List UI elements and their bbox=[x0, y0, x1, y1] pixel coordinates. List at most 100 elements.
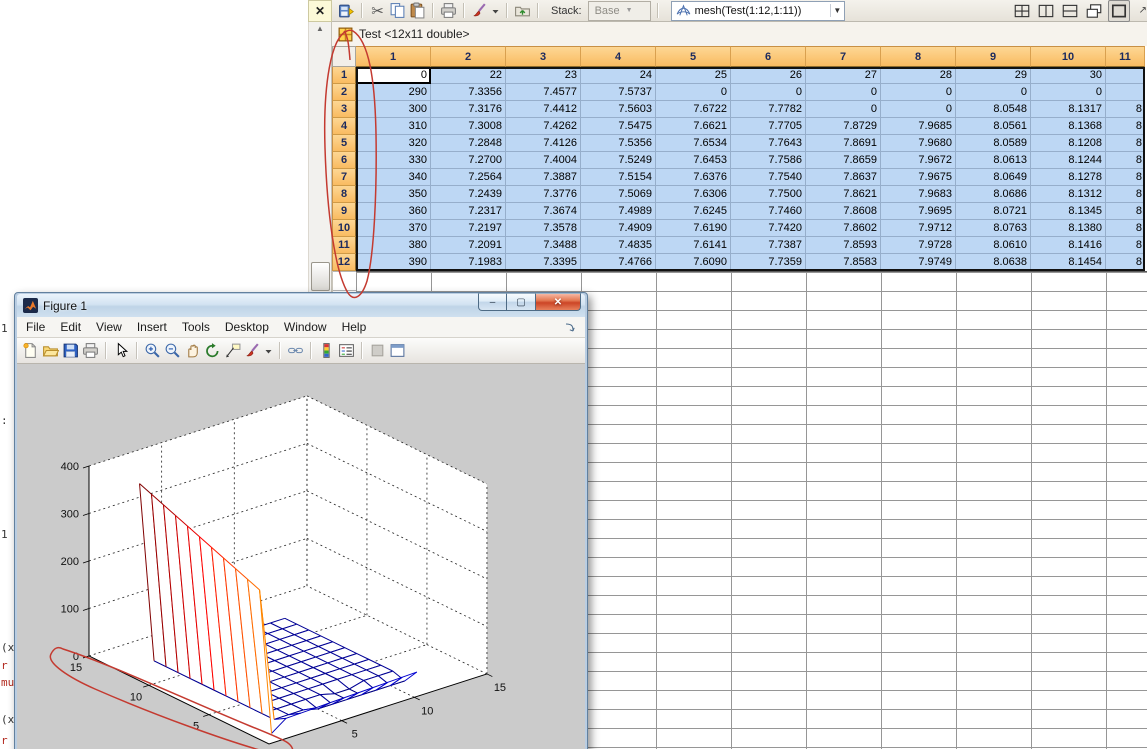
cell[interactable]: 7.2700 bbox=[431, 152, 506, 169]
cell[interactable]: 7.4909 bbox=[581, 220, 656, 237]
cell[interactable]: 7.6090 bbox=[656, 254, 731, 271]
cell[interactable]: 7.2197 bbox=[431, 220, 506, 237]
cell[interactable]: 26 bbox=[731, 67, 806, 84]
cell[interactable]: 7.2848 bbox=[431, 135, 506, 152]
print-icon[interactable] bbox=[440, 2, 457, 19]
cell[interactable]: 7.8608 bbox=[806, 203, 881, 220]
cell[interactable]: 7.8691 bbox=[806, 135, 881, 152]
hand-icon[interactable] bbox=[184, 342, 201, 359]
cell[interactable]: 0 bbox=[881, 84, 956, 101]
column-header[interactable]: 5 bbox=[656, 46, 731, 67]
layout-vsplit-icon[interactable] bbox=[1036, 1, 1056, 21]
cell[interactable]: 0 bbox=[881, 101, 956, 118]
cell[interactable]: 370 bbox=[356, 220, 431, 237]
cell[interactable]: 7.5154 bbox=[581, 169, 656, 186]
cell[interactable]: 8 bbox=[1106, 101, 1145, 118]
menu-insert[interactable]: Insert bbox=[137, 320, 167, 334]
cell[interactable]: 8.1368 bbox=[1031, 118, 1106, 135]
cell[interactable]: 24 bbox=[581, 67, 656, 84]
cell[interactable]: 7.5475 bbox=[581, 118, 656, 135]
menu-window[interactable]: Window bbox=[284, 320, 327, 334]
cell[interactable]: 7.5737 bbox=[581, 84, 656, 101]
layout-grid4-icon[interactable] bbox=[1012, 1, 1032, 21]
caret-icon[interactable] bbox=[264, 343, 273, 359]
row-header[interactable]: 10 bbox=[332, 220, 356, 237]
cell[interactable]: 8 bbox=[1106, 237, 1145, 254]
cell[interactable]: 7.5069 bbox=[581, 186, 656, 203]
cell[interactable]: 7.6376 bbox=[656, 169, 731, 186]
column-header[interactable]: 6 bbox=[731, 46, 806, 67]
cell[interactable]: 7.6722 bbox=[656, 101, 731, 118]
cell[interactable]: 8.1454 bbox=[1031, 254, 1106, 271]
new-doc-icon[interactable] bbox=[22, 342, 39, 359]
cell[interactable]: 8.1416 bbox=[1031, 237, 1106, 254]
cell[interactable]: 8.1208 bbox=[1031, 135, 1106, 152]
cell[interactable]: 8.0763 bbox=[956, 220, 1031, 237]
cell[interactable]: 340 bbox=[356, 169, 431, 186]
cell[interactable]: 8.1345 bbox=[1031, 203, 1106, 220]
cell[interactable]: 7.8583 bbox=[806, 254, 881, 271]
layout-cascade-icon[interactable] bbox=[1084, 1, 1104, 21]
paste-icon[interactable] bbox=[409, 2, 426, 19]
copy-icon[interactable] bbox=[389, 2, 406, 19]
column-header[interactable]: 8 bbox=[881, 46, 956, 67]
cell[interactable]: 7.6141 bbox=[656, 237, 731, 254]
cell[interactable]: 7.8593 bbox=[806, 237, 881, 254]
cell[interactable]: 23 bbox=[506, 67, 581, 84]
column-header[interactable]: 10 bbox=[1031, 46, 1106, 67]
cell[interactable]: 7.9749 bbox=[881, 254, 956, 271]
cell[interactable]: 350 bbox=[356, 186, 431, 203]
cell[interactable]: 8 bbox=[1106, 169, 1145, 186]
menu-view[interactable]: View bbox=[96, 320, 122, 334]
menu-help[interactable]: Help bbox=[342, 320, 367, 334]
cell[interactable]: 7.7586 bbox=[731, 152, 806, 169]
link-plot-icon[interactable] bbox=[287, 342, 304, 359]
cell[interactable]: 7.8602 bbox=[806, 220, 881, 237]
cell[interactable]: 0 bbox=[356, 67, 431, 84]
cell[interactable]: 7.7359 bbox=[731, 254, 806, 271]
open-folder-icon[interactable] bbox=[42, 342, 59, 359]
cell[interactable]: 7.9675 bbox=[881, 169, 956, 186]
cell[interactable]: 7.4766 bbox=[581, 254, 656, 271]
row-header[interactable]: 7 bbox=[332, 169, 356, 186]
cell[interactable]: 7.4577 bbox=[506, 84, 581, 101]
cell[interactable]: 7.3395 bbox=[506, 254, 581, 271]
cell[interactable]: 29 bbox=[956, 67, 1031, 84]
caret-icon[interactable] bbox=[491, 3, 500, 19]
column-header[interactable]: 1 bbox=[356, 46, 431, 67]
cell[interactable]: 7.9728 bbox=[881, 237, 956, 254]
cut-icon[interactable]: ✂ bbox=[369, 2, 386, 19]
cell[interactable]: 7.9680 bbox=[881, 135, 956, 152]
cell[interactable]: 7.3008 bbox=[431, 118, 506, 135]
cell[interactable]: 7.3356 bbox=[431, 84, 506, 101]
cell[interactable]: 7.7643 bbox=[731, 135, 806, 152]
cell[interactable]: 7.3887 bbox=[506, 169, 581, 186]
cell[interactable]: 7.6190 bbox=[656, 220, 731, 237]
variable-tab-title[interactable]: Test <12x11 double> bbox=[359, 27, 470, 41]
cell[interactable]: 8 bbox=[1106, 118, 1145, 135]
gray-box-icon[interactable] bbox=[369, 342, 386, 359]
cell[interactable]: 7.4835 bbox=[581, 237, 656, 254]
cell[interactable]: 7.7782 bbox=[731, 101, 806, 118]
brush-icon[interactable] bbox=[471, 2, 488, 19]
legend-icon[interactable] bbox=[338, 342, 355, 359]
zoom-out-icon[interactable] bbox=[164, 342, 181, 359]
cell[interactable]: 7.4989 bbox=[581, 203, 656, 220]
row-header[interactable]: 4 bbox=[332, 118, 356, 135]
cell[interactable]: 8 bbox=[1106, 135, 1145, 152]
row-header[interactable]: 5 bbox=[332, 135, 356, 152]
cell[interactable]: 7.3578 bbox=[506, 220, 581, 237]
cell[interactable]: 300 bbox=[356, 101, 431, 118]
datatip-icon[interactable] bbox=[224, 342, 241, 359]
cell[interactable]: 7.4004 bbox=[506, 152, 581, 169]
cell[interactable]: 7.3176 bbox=[431, 101, 506, 118]
row-header[interactable]: 2 bbox=[332, 84, 356, 101]
folder-up-icon[interactable] bbox=[514, 2, 531, 19]
cell[interactable]: 7.3674 bbox=[506, 203, 581, 220]
save-workspace-icon[interactable] bbox=[338, 2, 355, 19]
figure-titlebar[interactable]: Figure 1 – ▢ ✕ bbox=[17, 294, 585, 317]
cell[interactable]: 7.9685 bbox=[881, 118, 956, 135]
row-header[interactable]: 1 bbox=[332, 67, 356, 84]
cell[interactable]: 7.8637 bbox=[806, 169, 881, 186]
cell[interactable]: 30 bbox=[1031, 67, 1106, 84]
